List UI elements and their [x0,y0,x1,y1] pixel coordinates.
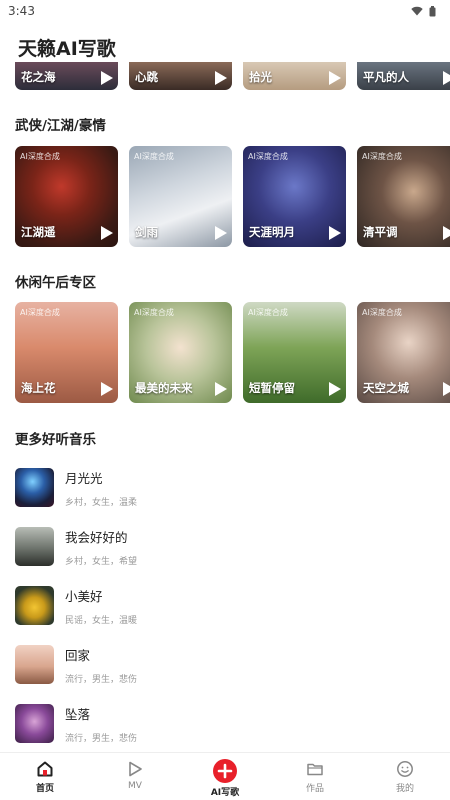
wifi-icon [411,6,423,16]
song-title: 我会好好的 [65,529,128,545]
ai-tag: AI深度合成 [134,308,174,317]
card-title: 江湖遥 [21,225,56,239]
nav-home[interactable]: 首页 [0,753,90,800]
ai-tag: AI深度合成 [362,308,402,317]
play-icon[interactable] [328,70,342,86]
card-title: 心跳 [135,70,158,84]
home-icon [35,759,55,779]
card-title: 剑雨 [135,225,158,239]
bottom-nav: 首页 MV AI写歌 作品 我的 [0,752,450,800]
nav-label: 作品 [305,784,324,794]
section-card-row: AI深度合成 江湖遥 AI深度合成 剑雨 AI深度合成 天涯明月 AI深度合成 … [15,146,450,247]
song-title: 小美好 [65,588,103,604]
play-icon[interactable] [214,70,228,86]
song-card[interactable]: 平凡的人 [357,62,450,90]
song-meta: 乡村，女生，希望 [65,556,138,567]
nav-label: MV [128,781,142,791]
song-meta: 流行，男生，悲伤 [65,733,138,744]
play-icon[interactable] [214,225,228,241]
nav-label: 我的 [395,784,414,794]
nav-mv[interactable]: MV [90,753,180,800]
play-icon[interactable] [328,225,342,241]
nav-ai-write[interactable]: AI写歌 [180,753,270,800]
play-icon[interactable] [442,225,450,241]
song-card[interactable]: AI深度合成 剑雨 [129,146,232,247]
card-title: 平凡的人 [363,70,409,84]
section-card-row: AI深度合成 海上花 AI深度合成 最美的未来 AI深度合成 短暂停留 AI深度… [15,302,450,403]
nav-works[interactable]: 作品 [270,753,360,800]
add-circle-icon [213,759,237,783]
song-cover [15,527,54,566]
card-title: 拾光 [249,70,272,84]
ai-tag: AI深度合成 [362,152,402,161]
card-title: 天涯明月 [249,225,295,239]
song-card[interactable]: AI深度合成 最美的未来 [129,302,232,403]
section-title: 武侠/江湖/豪情 [15,118,106,134]
song-cover [15,704,54,743]
ai-tag: AI深度合成 [248,308,288,317]
ai-tag: AI深度合成 [20,152,60,161]
song-card[interactable]: AI深度合成 天空之城 [357,302,450,403]
song-card[interactable]: AI深度合成 清平调 [357,146,450,247]
nav-label: 首页 [35,784,54,794]
play-icon[interactable] [100,381,114,397]
card-title: 海上花 [21,381,56,395]
section-title: 休闲午后专区 [15,275,96,291]
list-item[interactable]: 小美好 民谣，女生，温暖 [15,576,435,635]
status-icons [411,5,436,17]
card-title: 清平调 [363,225,398,239]
play-outline-icon [125,759,145,779]
song-card[interactable]: 拾光 [243,62,346,90]
ai-tag: AI深度合成 [134,152,174,161]
play-icon[interactable] [442,70,450,86]
song-meta: 民谣，女生，温暖 [65,615,138,626]
play-icon[interactable] [214,381,228,397]
song-meta: 流行，男生，悲伤 [65,674,138,685]
list-item[interactable]: 坠落 流行，男生，悲伤 [15,694,435,753]
song-card[interactable]: AI深度合成 海上花 [15,302,118,403]
app-title: 天籁AI写歌 [18,38,116,60]
top-card-row: 花之海 心跳 拾光 平凡的人 [15,62,450,90]
song-card[interactable]: AI深度合成 短暂停留 [243,302,346,403]
play-icon[interactable] [328,381,342,397]
list-item[interactable]: 我会好好的 乡村，女生，希望 [15,517,435,576]
song-cover [15,468,54,507]
play-icon[interactable] [100,70,114,86]
card-title: 最美的未来 [135,381,193,395]
nav-mine[interactable]: 我的 [360,753,450,800]
card-title: 天空之城 [363,381,409,395]
play-icon[interactable] [100,225,114,241]
song-card[interactable]: 花之海 [15,62,118,90]
card-title: 花之海 [21,70,56,84]
song-title: 坠落 [65,706,91,722]
status-time: 3:43 [8,4,35,18]
play-icon[interactable] [442,381,450,397]
song-card[interactable]: AI深度合成 天涯明月 [243,146,346,247]
song-title: 月光光 [65,470,103,486]
smiley-icon [395,759,415,779]
nav-label: AI写歌 [210,788,240,798]
song-title: 回家 [65,647,91,663]
card-title: 短暂停留 [249,381,295,395]
list-item[interactable]: 月光光 乡村，女生，温柔 [15,458,435,517]
song-cover [15,586,54,625]
list-item[interactable]: 回家 流行，男生，悲伤 [15,635,435,694]
song-card[interactable]: AI深度合成 江湖遥 [15,146,118,247]
folder-icon [305,759,325,779]
ai-tag: AI深度合成 [20,308,60,317]
status-bar: 3:43 [0,0,450,22]
song-meta: 乡村，女生，温柔 [65,497,138,508]
ai-tag: AI深度合成 [248,152,288,161]
song-card[interactable]: 心跳 [129,62,232,90]
section-title: 更多好听音乐 [15,432,96,448]
battery-icon [429,5,436,16]
song-list: 月光光 乡村，女生，温柔 我会好好的 乡村，女生，希望 小美好 民谣，女生，温暖… [15,458,435,753]
song-cover [15,645,54,684]
